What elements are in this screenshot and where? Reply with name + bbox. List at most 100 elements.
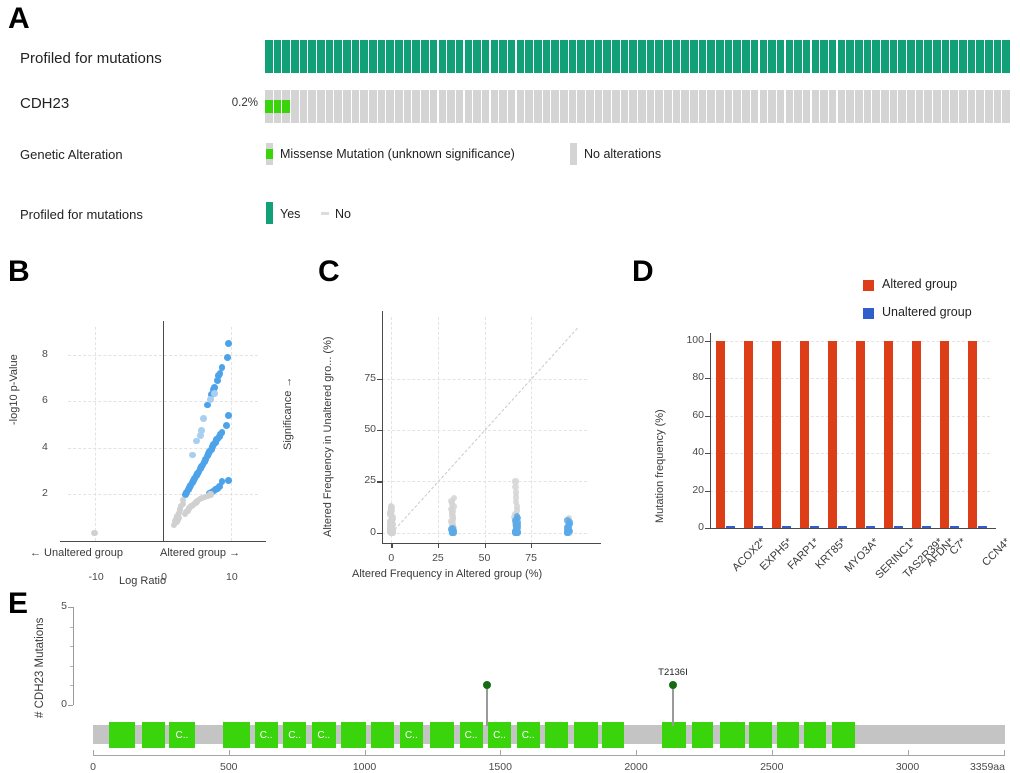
protein-domain-4[interactable]: C.. — [254, 722, 278, 748]
lollipop-xtick-label-1: 500 — [219, 761, 238, 773]
protein-domain-18[interactable] — [691, 722, 714, 748]
oncoprint-cell-cdh23 — [612, 90, 620, 123]
lollipop-ytick-minor — [70, 626, 73, 628]
protein-domain-8[interactable] — [371, 722, 395, 748]
protein-domain-3[interactable] — [223, 722, 251, 748]
oncoprint-cell-profiled — [776, 40, 785, 73]
bar-unaltered-group — [866, 526, 876, 528]
oncoprint-cell-cdh23 — [967, 90, 976, 123]
lollipop-x-axis — [93, 755, 1005, 757]
scatter-xtick-label: 25 — [432, 552, 444, 564]
oncoprint-cell-cdh23 — [421, 90, 429, 123]
bar-unaltered-group — [782, 526, 792, 528]
oncoprint-cell-profiled — [551, 40, 559, 73]
protein-domain-23[interactable] — [831, 722, 855, 748]
oncoprint-cell-profiled — [438, 40, 447, 73]
oncoprint-cell-cdh23 — [412, 90, 421, 123]
scatter-xtick — [391, 543, 393, 548]
lollipop-ytick — [68, 705, 73, 707]
volcano-ytick-label: 8 — [42, 347, 48, 360]
oncoprint-cell-cdh23 — [863, 90, 872, 123]
oncoprint-cell-cdh23 — [291, 90, 299, 123]
lollipop-stem-1 — [672, 685, 674, 726]
protein-domain-21[interactable] — [777, 722, 799, 748]
volcano-point — [189, 451, 197, 459]
protein-domain-19[interactable] — [720, 722, 745, 748]
volcano-xtick-label: 10 — [226, 571, 238, 583]
bar-ytick-label: 60 — [692, 408, 704, 421]
protein-domain-22[interactable] — [804, 722, 827, 748]
oncoprint-track-cdh23 — [265, 90, 1010, 123]
oncoprint-cell-profiled — [473, 40, 481, 73]
protein-domain-14[interactable] — [545, 722, 569, 748]
oncoprint-cell-cdh23 — [924, 90, 932, 123]
oncoprint-cell-profiled — [906, 40, 915, 73]
protein-domain-0[interactable] — [109, 722, 136, 748]
protein-domain-1[interactable] — [141, 722, 165, 748]
oncoprint-cell-profiled — [820, 40, 828, 73]
volcano-point — [200, 415, 208, 423]
scatter-xtick — [437, 543, 440, 548]
bar-altered-group — [856, 340, 866, 528]
oncoprint-cell-cdh23 — [846, 90, 854, 123]
protein-domain-15[interactable] — [573, 722, 598, 748]
oncoprint-cell-cdh23 — [733, 90, 742, 123]
oncoprint-cell-profiled — [854, 40, 863, 73]
oncoprint-cell-profiled — [568, 40, 577, 73]
lollipop-marker-1[interactable] — [668, 681, 677, 690]
oncoprint-cell-cdh23 — [915, 90, 924, 123]
lollipop-xtick — [364, 750, 366, 755]
oncoprint-cell-profiled — [846, 40, 854, 73]
oncoprint-cell-cdh23 — [993, 90, 1002, 123]
protein-domain-6[interactable]: C.. — [311, 722, 336, 748]
scatter-point — [513, 489, 520, 496]
volcano-altered-group-label: Altered group → — [160, 547, 241, 559]
oncoprint-cell-profiled — [733, 40, 742, 73]
bar-y-axis — [710, 333, 712, 528]
protein-domain-17[interactable] — [661, 722, 687, 748]
oncoprint-cell-profiled — [447, 40, 455, 73]
protein-domain-9[interactable]: C.. — [399, 722, 423, 748]
oncoprint-cell-profiled — [950, 40, 958, 73]
oncoprint-cell-cdh23 — [447, 90, 455, 123]
oncoprint-cell-cdh23 — [507, 90, 516, 123]
oncoprint-cell-profiled — [707, 40, 716, 73]
oncoprint-cell-cdh23 — [542, 90, 551, 123]
oncoprint-cell-cdh23 — [1002, 90, 1010, 123]
oncoprint-cell-profiled — [837, 40, 846, 73]
protein-domain-16[interactable] — [602, 722, 624, 748]
volcano-gridline-v — [230, 327, 232, 541]
lollipop-xtick — [636, 750, 638, 755]
volcano-point — [207, 395, 214, 403]
protein-domain-13[interactable]: C.. — [516, 722, 540, 748]
oncoprint-cell-cdh23 — [603, 90, 611, 123]
oncoprint-row-label-profiled: Profiled for mutations — [20, 50, 162, 67]
oncoprint-cell-missense-mark — [282, 99, 290, 114]
protein-domain-10[interactable] — [429, 722, 455, 748]
oncoprint-cell-cdh23 — [568, 90, 577, 123]
oncoprint-cell-profiled — [533, 40, 542, 73]
protein-domain-12[interactable]: C.. — [488, 722, 512, 748]
scatter-ylabel: Altered Frequency in Unaltered gro... (%… — [322, 336, 334, 537]
protein-domain-2[interactable]: C.. — [169, 722, 195, 748]
volcano-point — [176, 514, 183, 521]
oncoprint-cell-cdh23 — [351, 90, 360, 123]
lollipop-ytick-label: 5 — [61, 600, 67, 612]
oncoprint-cell-profiled — [802, 40, 811, 73]
bar-unaltered-group — [950, 526, 960, 528]
protein-domain-20[interactable] — [748, 722, 772, 748]
oncoprint-cell-cdh23 — [516, 90, 525, 123]
oncoprint-cell-cdh23 — [473, 90, 481, 123]
oncoprint-cell-missense-mark — [265, 99, 273, 114]
protein-length-label: 3359aa — [969, 761, 1005, 773]
oncoprint-cell-profiled — [794, 40, 802, 73]
oncoprint-cell-cdh23 — [768, 90, 776, 123]
protein-domain-5[interactable]: C.. — [283, 722, 307, 748]
legend-label-unaltered-group: Unaltered group — [882, 305, 972, 319]
oncoprint-cell-profiled — [924, 40, 932, 73]
lollipop-marker-0[interactable] — [483, 681, 492, 690]
protein-domain-11[interactable]: C.. — [459, 722, 483, 748]
oncoprint-cell-profiled — [872, 40, 880, 73]
protein-domain-7[interactable] — [341, 722, 366, 748]
oncoprint-cell-profiled — [325, 40, 334, 73]
